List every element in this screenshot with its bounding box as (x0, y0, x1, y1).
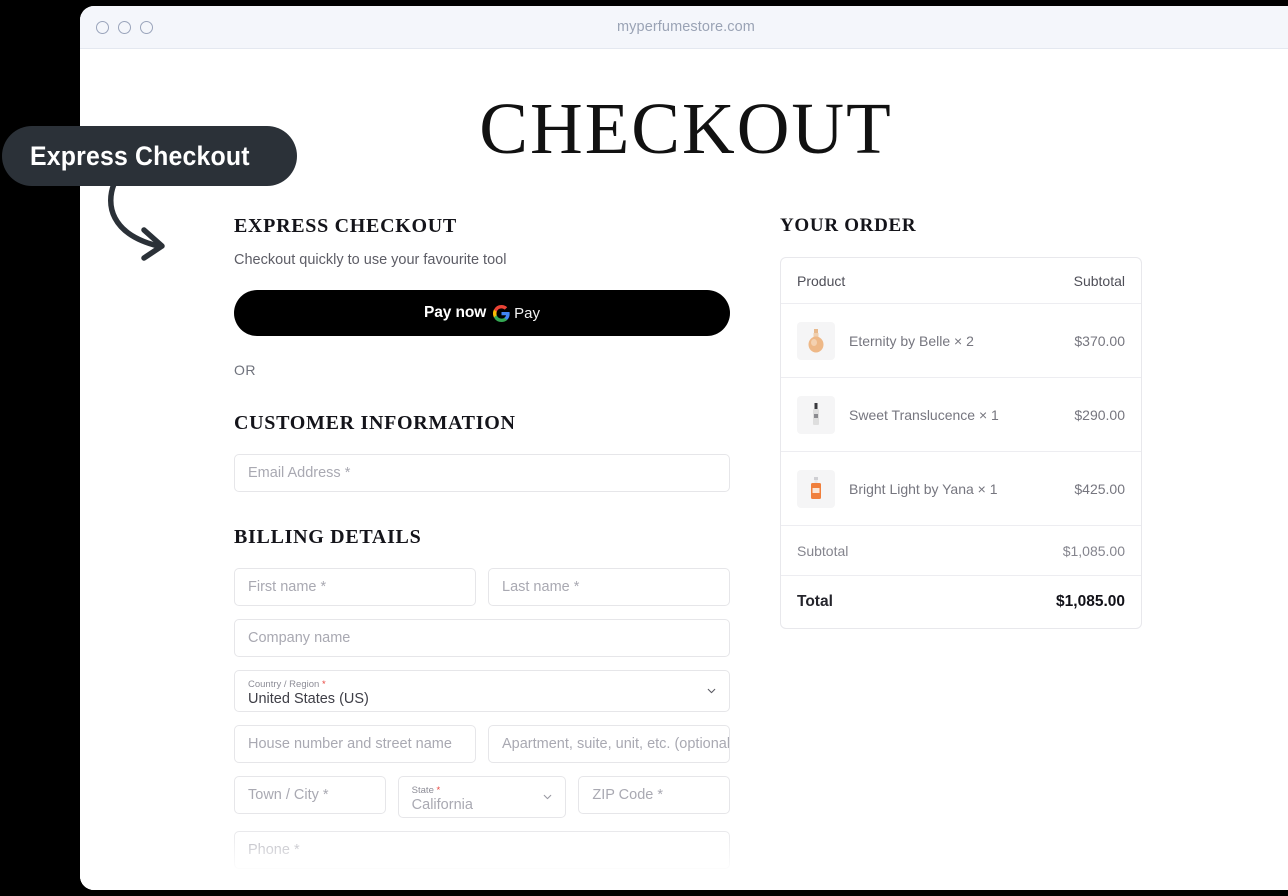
order-total-value: $1,085.00 (1056, 593, 1125, 610)
state-value: California (411, 796, 473, 813)
company-name-field[interactable]: Company name (234, 619, 730, 657)
perfume-bottle-peach-icon (797, 321, 835, 360)
table-row: Bright Light by Yana × 1 $425.00 (781, 452, 1141, 526)
street-row: House number and street name Apartment, … (234, 725, 730, 763)
first-name-field[interactable]: First name * (234, 568, 476, 606)
order-item-info: Sweet Translucence × 1 (797, 395, 999, 434)
your-order-heading: YOUR ORDER (780, 215, 917, 236)
order-summary-panel: Product Subtotal Eternity by Belle × 2 $… (780, 257, 1142, 629)
order-subtotal-label: Subtotal (797, 542, 849, 559)
email-row: Email Address * (234, 454, 730, 492)
google-pay-label: Pay (514, 304, 541, 322)
express-checkout-subtitle: Checkout quickly to use your favourite t… (234, 252, 507, 268)
email-field[interactable]: Email Address * (234, 454, 730, 492)
address-bar[interactable]: myperfumestore.com (80, 19, 1288, 35)
city-field[interactable]: Town / City * (234, 776, 386, 814)
country-region-label: Country / Region * (248, 678, 326, 690)
checkout-form-column: EXPRESS CHECKOUT Checkout quickly to use… (234, 215, 731, 890)
order-table-header: Product Subtotal (781, 258, 1141, 304)
pay-now-label: Pay now (423, 304, 487, 321)
order-subtotal-row: Subtotal $1,085.00 (781, 526, 1141, 576)
state-select[interactable]: State * California (397, 776, 567, 818)
product-column-header: Product (797, 272, 846, 289)
order-subtotal-value: $1,085.00 (1062, 542, 1125, 559)
google-pay-mark: Pay (493, 304, 541, 322)
annotation-label: Express Checkout (30, 140, 250, 171)
country-region-select[interactable]: Country / Region * United States (US) (234, 670, 730, 712)
order-item-price: $290.00 (1074, 406, 1125, 423)
chevron-down-icon (707, 688, 716, 694)
company-row: Company name (234, 619, 730, 657)
bottle-shape (808, 328, 824, 352)
chevron-down-icon (544, 794, 552, 800)
order-total-row: Total $1,085.00 (781, 576, 1141, 628)
bottle-shape (811, 476, 821, 499)
phone-field[interactable]: Phone * (234, 831, 730, 869)
country-region-value: United States (US) (248, 690, 369, 707)
annotation-badge: Express Checkout (2, 126, 297, 186)
address-line2-field[interactable]: Apartment, suite, unit, etc. (optional) (488, 725, 730, 763)
order-total-label: Total (797, 593, 833, 610)
order-item-name: Sweet Translucence × 1 (849, 406, 999, 423)
phone-row: Phone * (234, 831, 730, 869)
order-summary-column: YOUR ORDER Product Subtotal Eternity by … (780, 215, 1142, 890)
close-window-button[interactable] (96, 20, 109, 34)
screenshot-stage: myperfumestore.com CHECKOUT EXPRESS CHEC… (0, 0, 1288, 896)
perfume-bottle-gray-icon (797, 395, 835, 434)
order-item-price: $425.00 (1074, 480, 1125, 497)
zip-code-field[interactable]: ZIP Code * (578, 776, 731, 814)
google-g-icon (493, 304, 510, 322)
state-label: State * (411, 784, 441, 796)
last-name-field[interactable]: Last name * (488, 568, 730, 606)
billing-details-heading: BILLING DETAILS (234, 526, 422, 548)
perfume-bottle-orange-icon (797, 469, 835, 508)
order-item-info: Eternity by Belle × 2 (797, 321, 974, 360)
order-item-info: Bright Light by Yana × 1 (797, 469, 998, 508)
order-item-price: $370.00 (1074, 332, 1125, 349)
express-checkout-heading: EXPRESS CHECKOUT (234, 215, 457, 237)
table-row: Eternity by Belle × 2 $370.00 (781, 304, 1141, 378)
country-row: Country / Region * United States (US) (234, 670, 730, 712)
annotation-arrow-icon (108, 182, 165, 261)
checkout-content: EXPRESS CHECKOUT Checkout quickly to use… (80, 215, 1288, 890)
window-controls (96, 20, 153, 34)
order-item-name: Bright Light by Yana × 1 (849, 480, 998, 497)
customer-information-heading: CUSTOMER INFORMATION (234, 412, 516, 434)
google-pay-button[interactable]: Pay now Pay (234, 290, 730, 336)
or-divider-label: OR (234, 362, 256, 378)
maximize-window-button[interactable] (140, 20, 153, 34)
subtotal-column-header: Subtotal (1073, 272, 1125, 289)
table-row: Sweet Translucence × 1 $290.00 (781, 378, 1141, 452)
order-item-name: Eternity by Belle × 2 (849, 332, 974, 349)
browser-toolbar: myperfumestore.com (80, 6, 1288, 49)
bottle-shape (813, 402, 819, 425)
address-line1-field[interactable]: House number and street name (234, 725, 476, 763)
name-row: First name * Last name * (234, 568, 730, 606)
city-state-zip-row: Town / City * State * California ZIP Cod… (234, 776, 731, 818)
minimize-window-button[interactable] (118, 20, 131, 34)
